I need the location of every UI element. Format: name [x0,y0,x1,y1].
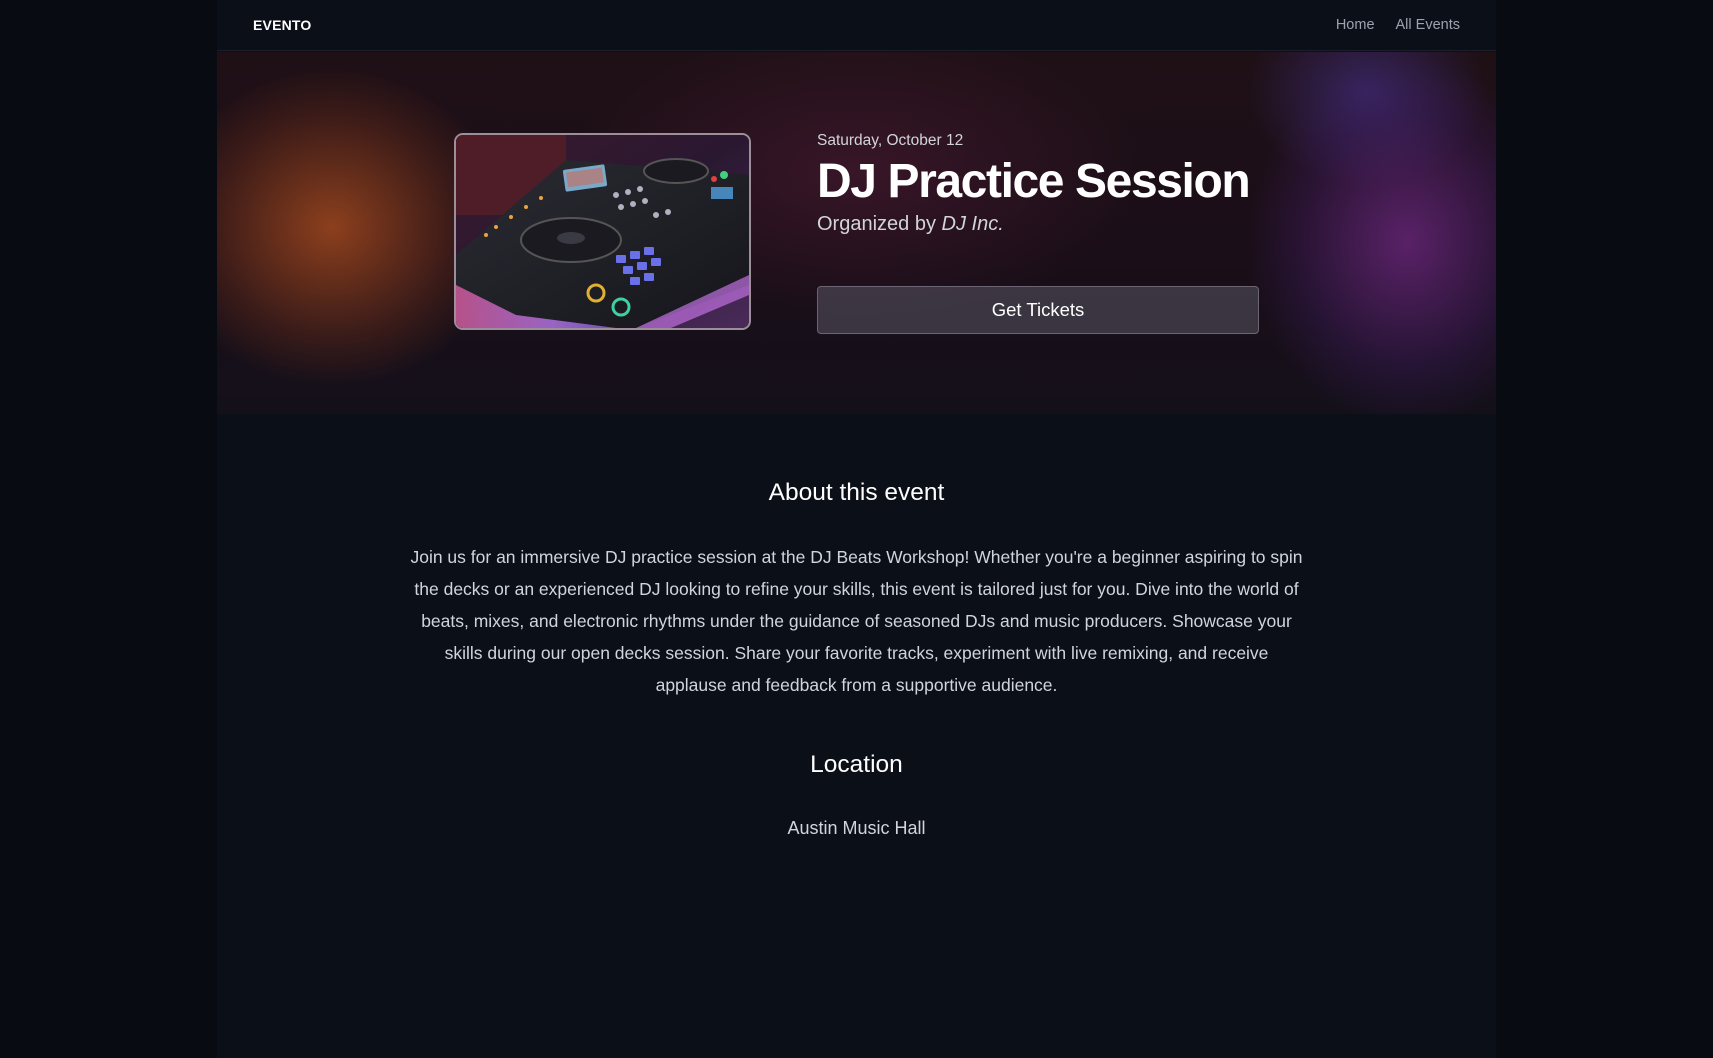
location-venue: Austin Music Hall [787,818,926,838]
event-title: DJ Practice Session [817,155,1251,208]
dj-controller-image [456,135,749,328]
organizer-name[interactable]: DJ Inc. [942,213,1004,235]
event-organizer: Organized by DJ Inc. [817,213,1259,236]
about-heading: About this event [768,479,945,506]
event-hero: Saturday, October 12 DJ Practice Session… [217,52,1496,414]
top-navigation: EVENTO Home All Events [217,0,1496,51]
get-tickets-button[interactable]: Get Tickets [817,286,1259,334]
event-date: Saturday, October 12 [817,132,964,149]
nav-link-all-events[interactable]: All Events [1396,17,1460,33]
event-info: Saturday, October 12 DJ Practice Session… [817,132,1259,334]
about-description: Join us for an immersive DJ practice ses… [410,547,1303,695]
nav-links: Home All Events [1336,17,1460,33]
nav-link-home[interactable]: Home [1336,17,1375,33]
organizer-prefix: Organized by [817,213,936,235]
page-container: EVENTO Home All Events Saturday, October… [217,0,1496,1058]
brand-logo[interactable]: EVENTO [253,17,312,33]
location-heading: Location [810,751,903,778]
event-image [454,133,751,330]
